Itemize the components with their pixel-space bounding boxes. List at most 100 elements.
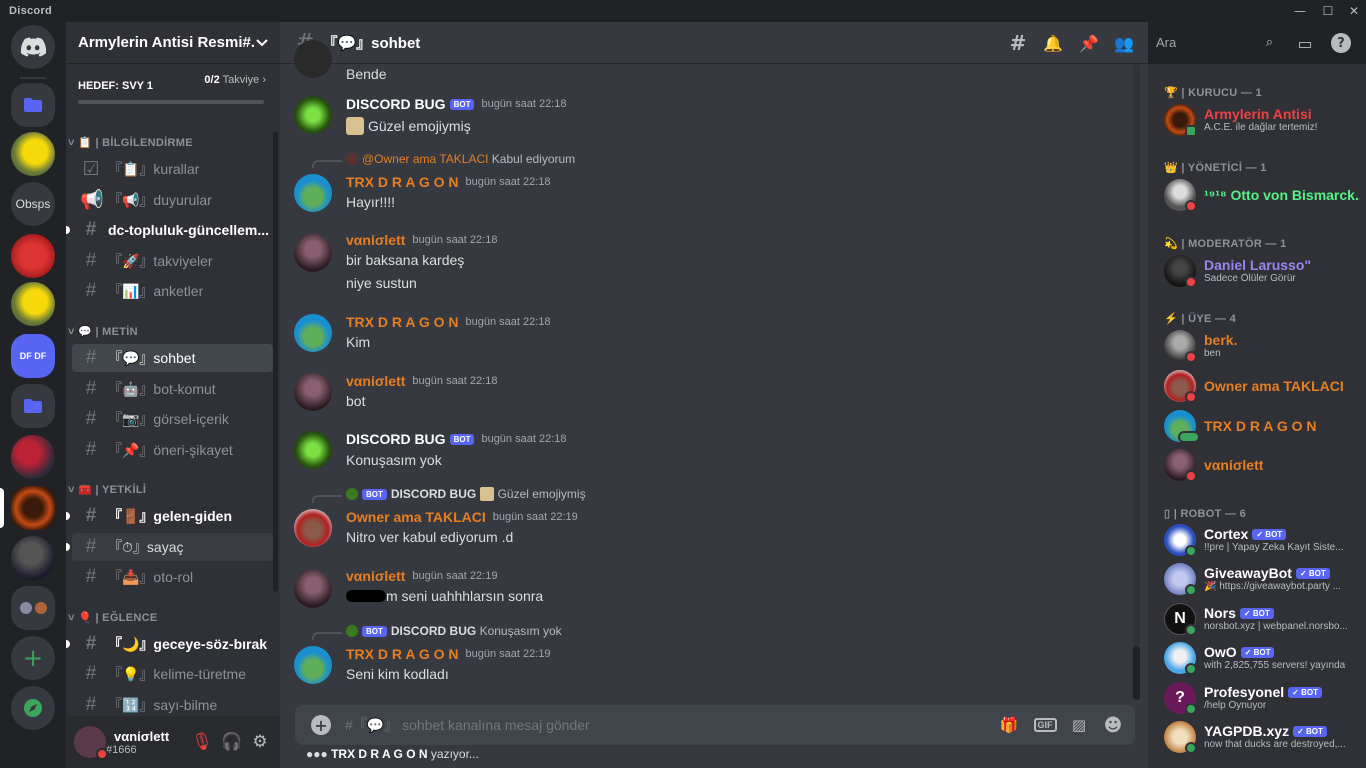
member-giveawaybot[interactable]: GiveawayBot ✓ BOT 🎉 https://giveawaybot.p…: [1164, 559, 1360, 599]
message-author[interactable]: TRX D R A G O N: [346, 314, 459, 330]
member-daniel-larusso[interactable]: Daniel Larusso" Sadece Ölüler Görür: [1164, 251, 1360, 291]
threads-button[interactable]: #: [1006, 31, 1030, 55]
home-button[interactable]: [11, 25, 55, 69]
avatar[interactable]: [294, 646, 332, 684]
channel-oto-rol[interactable]: # 『📥』oto-rol: [72, 563, 273, 591]
avatar[interactable]: [294, 373, 332, 411]
close-window-button[interactable]: ✕: [1340, 0, 1366, 22]
channel-duyurular[interactable]: 📢 『📢』duyurular: [72, 186, 273, 214]
category-yetkili[interactable]: ˅ 🧰 | YETKİLİ: [68, 483, 146, 496]
online-status-icon: [1185, 703, 1197, 715]
member-otto-von-bismarck[interactable]: ¹⁹¹⁸ Otto von Bismarck...: [1164, 175, 1360, 215]
member-owner-ama-taklaci[interactable]: Owner ama TAKLACI: [1164, 366, 1360, 406]
member-list-toggle[interactable]: 👥: [1112, 31, 1136, 55]
channel-sayac[interactable]: # 『⏱』sayaç: [72, 533, 273, 561]
server-obsps[interactable]: Obsps: [11, 182, 55, 226]
avatar[interactable]: [294, 234, 332, 272]
member-armylerin-antisi[interactable]: Armylerin Antisi A.C.E. ile dağlar terte…: [1164, 100, 1360, 140]
member-owo[interactable]: OwO ✓ BOT with 2,825,755 servers! yayında: [1164, 638, 1360, 678]
gif-button[interactable]: GIF: [1033, 713, 1057, 737]
sticker-button[interactable]: ▨: [1067, 713, 1091, 737]
server-folder-3[interactable]: [11, 586, 55, 630]
server-dark[interactable]: [11, 536, 55, 580]
message-author[interactable]: TRX D R A G O N: [346, 646, 459, 662]
message-author[interactable]: vαnίσlett: [346, 568, 405, 584]
member-berk[interactable]: berk. ben: [1164, 326, 1360, 366]
inbox-button[interactable]: ▭: [1293, 31, 1317, 55]
reply-preview[interactable]: BOT DISCORD BUG Güzel emojiymiş: [346, 487, 586, 501]
category-metin[interactable]: ˅ 💬 | METİN: [68, 325, 138, 338]
help-button[interactable]: ?: [1329, 31, 1353, 55]
message-author[interactable]: DISCORD BUG: [346, 96, 446, 112]
message-author[interactable]: DISCORD BUG: [346, 431, 446, 447]
gift-button[interactable]: 🎁: [997, 713, 1021, 737]
server-teletubby-1[interactable]: [11, 132, 55, 176]
channel-sohbet[interactable]: # 『💬』sohbet: [72, 344, 273, 372]
avatar[interactable]: [294, 570, 332, 608]
boost-goal-label: HEDEF: SVY 1: [78, 80, 153, 92]
avatar[interactable]: [294, 314, 332, 352]
member-yagpdb[interactable]: YAGPDB.xyz ✓ BOT now that ducks are destr…: [1164, 717, 1360, 757]
category-eglence[interactable]: ˅ 🎈 | EĞLENCE: [68, 611, 157, 624]
explore-servers-button[interactable]: [11, 686, 55, 730]
gift-icon: 🎁: [999, 716, 1019, 734]
mute-button[interactable]: 🎙: [190, 730, 214, 754]
server-folder-df[interactable]: DF DF: [11, 334, 55, 378]
search-input[interactable]: [1156, 34, 1256, 50]
upload-button[interactable]: +: [311, 715, 331, 735]
sidebar-scrollbar[interactable]: [273, 132, 278, 592]
channel-gelen-giden[interactable]: # 『🚪』gelen-giden: [72, 502, 273, 530]
scroll-thumb[interactable]: [1133, 646, 1140, 700]
server-football[interactable]: [11, 435, 55, 479]
member-trx-dragon[interactable]: TRX D R A G O N: [1164, 406, 1360, 446]
channel-kurallar[interactable]: ☑ 『📋』kurallar: [72, 155, 273, 183]
deafen-button[interactable]: 🎧: [220, 730, 244, 754]
channel-gorsel-icerik[interactable]: # 『📷』görsel-içerik: [72, 405, 273, 433]
search-box[interactable]: ⌕: [1150, 31, 1280, 53]
avatar[interactable]: [294, 40, 332, 78]
avatar[interactable]: [74, 726, 108, 760]
reply-preview[interactable]: @Owner ama TAKLACI Kabul ediyorum: [346, 152, 575, 166]
channel-bot-komut[interactable]: # 『🤖』bot-komut: [72, 375, 273, 403]
member-nors[interactable]: N Nors ✓ BOT norsbot.xyz | webpanel.norsb…: [1164, 599, 1360, 639]
minimize-button[interactable]: —: [1286, 0, 1314, 22]
verified-bot-badge: ✓ BOT: [1252, 529, 1287, 540]
message-author[interactable]: vαnίσlett: [346, 373, 405, 389]
server-folder-1[interactable]: [11, 83, 55, 127]
message-author[interactable]: TRX D R A G O N: [346, 174, 459, 190]
avatar[interactable]: [294, 96, 332, 134]
reply-connector: [312, 632, 342, 640]
chat-scrollbar[interactable]: [1133, 64, 1140, 700]
notification-settings-button[interactable]: 🔔: [1041, 31, 1065, 55]
channel-anketler[interactable]: # 『📊』anketler: [72, 277, 273, 305]
channel-geceye-soz-birak[interactable]: # 『🌙』geceye-söz-bırak: [72, 630, 273, 658]
server-folder-2[interactable]: [11, 384, 55, 428]
guild-header[interactable]: Armylerin Antisi Resmi#...: [66, 22, 280, 64]
channel-dc-topluluk[interactable]: # dc-topluluk-güncellem...: [72, 216, 273, 244]
category-bilgilendirme[interactable]: ˅ 📋 | BİLGİLENDİRME: [68, 136, 193, 149]
user-settings-button[interactable]: ⚙: [248, 730, 272, 754]
channel-sayi-bilme[interactable]: # 『🔢』sayı-bilme: [72, 691, 273, 719]
member-profesyonel[interactable]: ? Profesyonel ✓ BOT /help Oynuyor: [1164, 678, 1360, 718]
channel-kelime-turetme[interactable]: # 『💡』kelime-türetme: [72, 660, 273, 688]
emoji-button[interactable]: ☻: [1101, 713, 1125, 737]
member-vaniolett[interactable]: vαnίσlett: [1164, 445, 1360, 485]
avatar[interactable]: [294, 509, 332, 547]
message-input[interactable]: [345, 717, 945, 733]
avatar[interactable]: [294, 431, 332, 469]
maximize-button[interactable]: ☐: [1314, 0, 1342, 22]
message-author[interactable]: vαnίσlett: [346, 232, 405, 248]
reply-preview[interactable]: BOT DISCORD BUG Konuşasım yok: [346, 624, 562, 638]
server-red[interactable]: [11, 234, 55, 278]
channel-takviyeler[interactable]: # 『🚀』takviyeler: [72, 247, 273, 275]
pinned-messages-button[interactable]: 📌: [1077, 31, 1101, 55]
add-server-button[interactable]: +: [11, 636, 55, 680]
server-armylerin-antisi[interactable]: [11, 486, 55, 530]
boost-goal[interactable]: HEDEF: SVY 1 0/2 Takviye ›: [66, 64, 280, 116]
message-timestamp: bugün saat 22:18: [481, 433, 567, 445]
channel-oneri-sikayet[interactable]: # 『📌』öneri-şikayet: [72, 436, 273, 464]
server-teletubby-2[interactable]: [11, 282, 55, 326]
message-author[interactable]: Owner ama TAKLACI: [346, 509, 486, 525]
avatar[interactable]: [294, 174, 332, 212]
member-cortex[interactable]: Cortex ✓ BOT !!pre | Yapay Zeka Kayıt Sis…: [1164, 520, 1360, 560]
